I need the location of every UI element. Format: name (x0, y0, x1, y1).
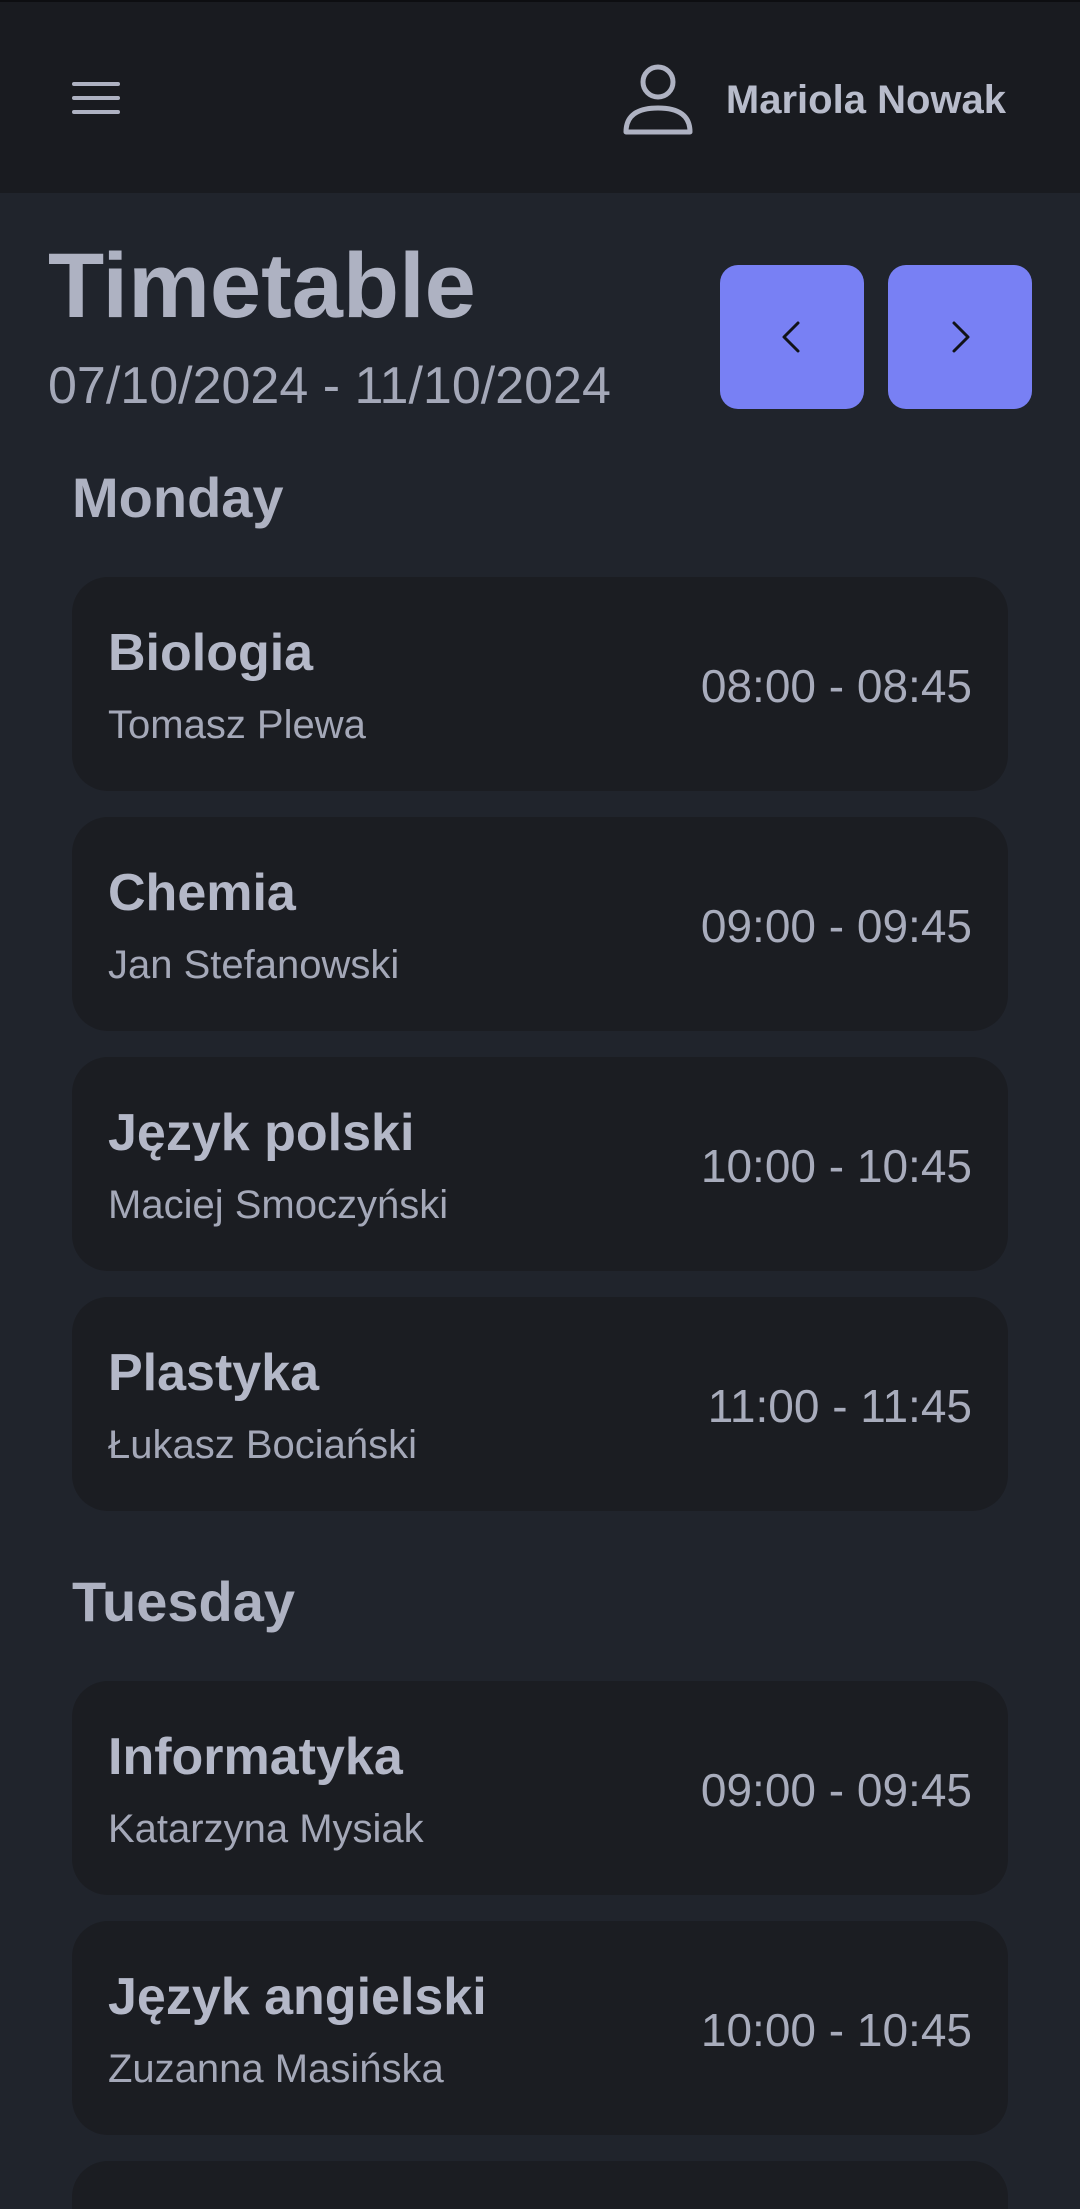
lesson-subject: Język polski (108, 1104, 415, 1162)
lesson-time: 11:00 - 11:45 (707, 1380, 972, 1432)
lesson-time: 08:00 - 08:45 (700, 660, 972, 712)
lesson-time: 10:00 - 10:45 (700, 2004, 972, 2056)
next-week-button[interactable] (888, 265, 1032, 409)
lesson-card[interactable]: Język angielski Zuzanna Masińska 10:00 -… (72, 1921, 1008, 2135)
day-heading-tuesday: Tuesday (72, 1570, 296, 1633)
day-heading-monday: Monday (72, 466, 284, 529)
lesson-subject: Język angielski (108, 1968, 487, 2026)
chevron-right-icon (952, 321, 970, 353)
menu-button[interactable] (70, 74, 122, 122)
lesson-subject: Informatyka (108, 1728, 403, 1786)
user-name: Mariola Nowak (725, 77, 1006, 122)
lesson-card[interactable]: Chemia Jan Stefanowski 09:00 - 09:45 (72, 817, 1008, 1031)
lesson-card[interactable]: Biologia Tomasz Plewa 08:00 - 08:45 (72, 577, 1008, 791)
page-title: Timetable (48, 235, 476, 337)
lesson-card-partial[interactable] (72, 2161, 1008, 2209)
lesson-teacher: Katarzyna Mysiak (108, 1807, 424, 1851)
week-date-range: 07/10/2024 - 11/10/2024 (48, 357, 611, 415)
lesson-time: 09:00 - 09:45 (700, 900, 972, 952)
previous-week-button[interactable] (720, 265, 864, 409)
lesson-time: 10:00 - 10:45 (700, 1140, 972, 1192)
lesson-teacher: Zuzanna Masińska (108, 2047, 444, 2091)
lesson-card[interactable]: Informatyka Katarzyna Mysiak 09:00 - 09:… (72, 1681, 1008, 1895)
chevron-left-icon (782, 321, 800, 353)
top-app-bar: Mariola Nowak (0, 0, 1080, 193)
lesson-subject: Biologia (108, 624, 314, 682)
hamburger-menu-icon (72, 82, 120, 114)
lesson-teacher: Tomasz Plewa (108, 703, 366, 747)
lesson-subject: Plastyka (108, 1344, 320, 1402)
lesson-teacher: Łukasz Bociański (108, 1423, 418, 1467)
lesson-subject: Chemia (108, 864, 296, 922)
lesson-card[interactable]: Plastyka Łukasz Bociański 11:00 - 11:45 (72, 1297, 1008, 1511)
user-avatar-icon (623, 64, 693, 135)
lesson-time: 09:00 - 09:45 (700, 1764, 972, 1816)
user-profile-button[interactable]: Mariola Nowak (618, 60, 1006, 140)
lesson-teacher: Jan Stefanowski (108, 943, 400, 987)
lesson-teacher: Maciej Smoczyński (108, 1183, 449, 1227)
lesson-card[interactable]: Język polski Maciej Smoczyński 10:00 - 1… (72, 1057, 1008, 1271)
